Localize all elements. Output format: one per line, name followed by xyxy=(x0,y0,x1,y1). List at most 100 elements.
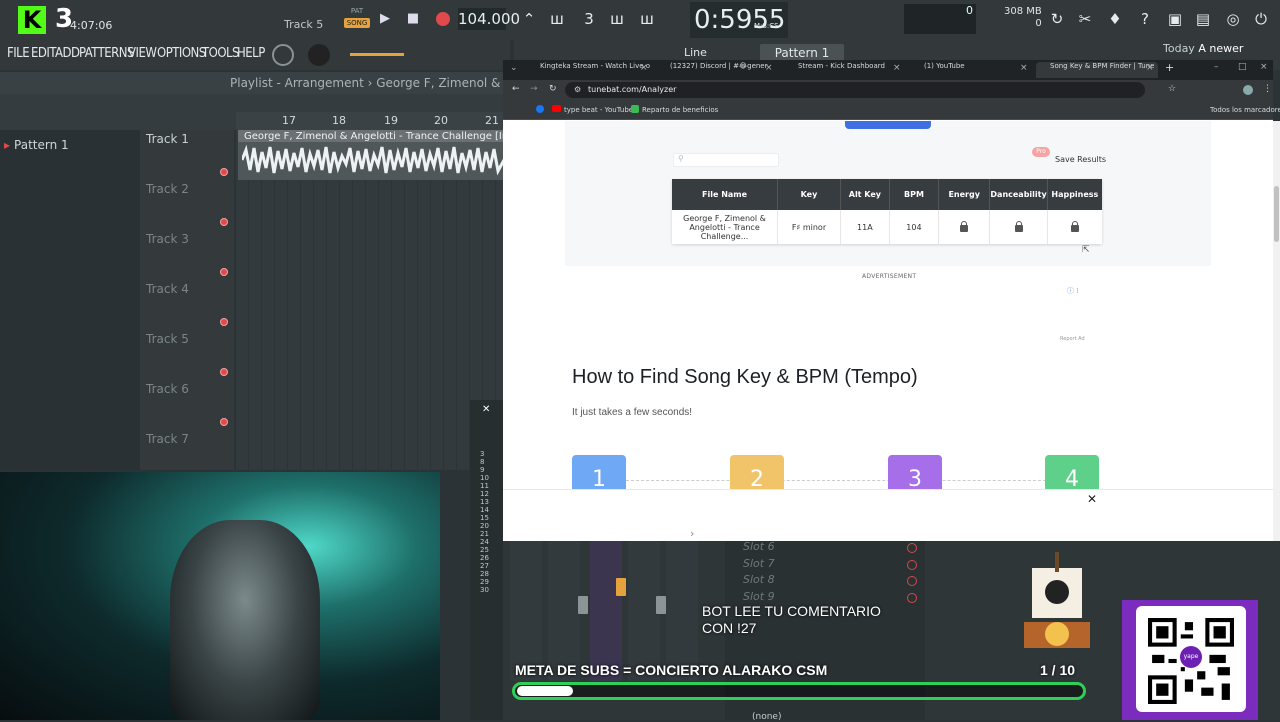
tools-icon[interactable]: ✂ xyxy=(1074,8,1096,30)
refresh-icon[interactable]: ↻ xyxy=(1046,8,1068,30)
countdown-icon[interactable]: 3 xyxy=(578,8,600,30)
forward-icon[interactable]: → xyxy=(530,84,538,94)
tempo-display[interactable]: 104.000 xyxy=(458,8,520,30)
pat-song-toggle[interactable]: PAT SONG xyxy=(344,6,370,32)
power-icon[interactable]: ⏻ xyxy=(1250,8,1272,30)
track-record-dot[interactable] xyxy=(220,268,228,276)
mixer-pin-icon[interactable]: ✕ xyxy=(482,404,490,415)
fader[interactable] xyxy=(616,578,626,596)
browser-tab[interactable]: Stream - Kick Dashboard xyxy=(784,62,906,78)
mixer-strip[interactable] xyxy=(666,541,698,681)
record-icon[interactable] xyxy=(436,12,450,26)
slot-enable-icon[interactable] xyxy=(907,576,917,586)
new-tab-button[interactable]: + xyxy=(1165,61,1174,74)
close-icon[interactable]: × xyxy=(1020,63,1028,73)
browser-tab[interactable]: Kingteka Stream - Watch Live o xyxy=(526,62,650,78)
cell-happiness[interactable] xyxy=(1047,210,1102,244)
render-icon[interactable]: ▤ xyxy=(1192,8,1214,30)
master-volume-knob[interactable] xyxy=(272,44,294,66)
effect-slot[interactable]: Slot 7 xyxy=(743,557,775,570)
cell-danceability[interactable] xyxy=(989,210,1048,244)
all-bookmarks[interactable]: Todos los marcadores xyxy=(1210,106,1280,114)
close-icon[interactable]: × xyxy=(765,63,773,73)
timeline-ruler[interactable] xyxy=(236,112,506,130)
fader[interactable] xyxy=(656,596,666,614)
minimize-icon[interactable]: – xyxy=(1214,62,1219,72)
window-close-icon[interactable]: × xyxy=(1260,62,1268,72)
slot-enable-icon[interactable] xyxy=(907,593,917,603)
menu-file[interactable]: FILE xyxy=(7,46,30,61)
news-ticker[interactable]: Today A newer xyxy=(1163,42,1243,55)
site-info-icon[interactable]: ⚙ xyxy=(574,85,581,94)
effect-slot[interactable]: Slot 8 xyxy=(743,573,775,586)
ad-arrow-icon[interactable]: › xyxy=(690,527,694,540)
track-record-dot[interactable] xyxy=(220,168,228,176)
track-name[interactable]: Track 6 xyxy=(146,382,189,396)
track-name[interactable]: Track 7 xyxy=(146,432,189,446)
bookmark-star-icon[interactable]: ☆ xyxy=(1168,84,1176,94)
loop-record-icon[interactable]: ш xyxy=(636,8,658,30)
menu-tools[interactable]: TOOLS xyxy=(202,46,240,61)
cell-energy[interactable] xyxy=(938,210,991,244)
maximize-icon[interactable]: □ xyxy=(1238,62,1247,72)
fader[interactable] xyxy=(578,596,588,614)
track-record-dot[interactable] xyxy=(220,418,228,426)
slot-none[interactable]: (none) xyxy=(752,712,781,722)
track-name[interactable]: Track 2 xyxy=(146,182,189,196)
browser-tab-active[interactable]: Song Key & BPM Finder | Tune xyxy=(1036,62,1158,78)
mixer-strip[interactable] xyxy=(590,541,622,681)
track-name[interactable]: Track 5 xyxy=(146,332,189,346)
effect-slot[interactable]: Slot 9 xyxy=(743,590,775,603)
pattern-item[interactable]: ▸ Pattern 1 xyxy=(4,138,69,152)
menu-dots-icon[interactable]: ⋮ xyxy=(1263,84,1272,94)
track-name[interactable]: Track 3 xyxy=(146,232,189,246)
save-icon[interactable]: ▣ xyxy=(1164,8,1186,30)
slot-enable-icon[interactable] xyxy=(907,560,917,570)
facebook-icon[interactable] xyxy=(536,105,544,113)
stop-icon[interactable]: ■ xyxy=(404,10,422,28)
reload-icon[interactable]: ↻ xyxy=(549,84,557,94)
report-ad-link[interactable]: Report Ad xyxy=(1060,336,1085,342)
mixer-strip[interactable] xyxy=(548,541,580,681)
browser-tab[interactable]: (1) YouTube xyxy=(910,62,1020,78)
track-record-dot[interactable] xyxy=(220,318,228,326)
play-icon[interactable]: ▶ xyxy=(376,10,394,28)
menu-add[interactable]: ADD xyxy=(55,46,80,61)
close-icon[interactable]: × xyxy=(640,63,648,73)
wait-icon[interactable]: ш xyxy=(546,8,568,30)
close-icon[interactable]: × xyxy=(893,63,901,73)
metronome-icon[interactable]: ⌃ xyxy=(518,8,540,30)
track-record-dot[interactable] xyxy=(220,368,228,376)
help-icon[interactable]: ? xyxy=(1134,8,1156,30)
menu-edit[interactable]: EDIT xyxy=(31,46,56,61)
ad-info-icon[interactable]: ⓘ ⁞ xyxy=(1067,286,1078,296)
slot-enable-icon[interactable] xyxy=(907,543,917,553)
close-ad-icon[interactable]: ✕ xyxy=(1087,492,1097,506)
menu-options[interactable]: OPTIONS xyxy=(157,46,206,61)
master-slider[interactable] xyxy=(350,53,404,56)
menu-view[interactable]: VIEW xyxy=(128,46,157,61)
upload-button[interactable] xyxy=(845,121,931,129)
url-text[interactable]: tunebat.com/Analyzer xyxy=(588,85,676,94)
search-input[interactable]: ⚲ xyxy=(673,153,779,167)
menu-patterns[interactable]: PATTERNS xyxy=(79,46,134,61)
track-name[interactable]: Track 1 xyxy=(146,132,189,146)
browser-tab[interactable]: (12327) Discord | #😂general 🔥 xyxy=(656,62,768,78)
chat-icon[interactable]: ◎ xyxy=(1222,8,1244,30)
bookmark-item[interactable]: Reparto de beneficios xyxy=(642,106,718,114)
track-name[interactable]: Track 4 xyxy=(146,282,189,296)
tab-list-icon[interactable]: ⌄ xyxy=(510,63,518,73)
master-pitch-knob[interactable] xyxy=(308,44,330,66)
menu-help[interactable]: HELP xyxy=(237,46,265,61)
mixer-strip[interactable] xyxy=(510,541,542,681)
bookmark-item[interactable]: type beat - YouTube xyxy=(564,106,633,114)
effect-slot[interactable]: Slot 6 xyxy=(743,540,775,553)
line-mode[interactable]: Line xyxy=(684,46,707,59)
scrollbar[interactable] xyxy=(1273,121,1280,541)
back-icon[interactable]: ← xyxy=(512,84,520,94)
playlist-grid[interactable] xyxy=(236,130,506,470)
save-results-button[interactable]: Save Results xyxy=(1055,155,1106,164)
step-edit-icon[interactable]: ш xyxy=(606,8,628,30)
track-record-dot[interactable] xyxy=(220,218,228,226)
scrollbar-thumb[interactable] xyxy=(1274,186,1279,242)
